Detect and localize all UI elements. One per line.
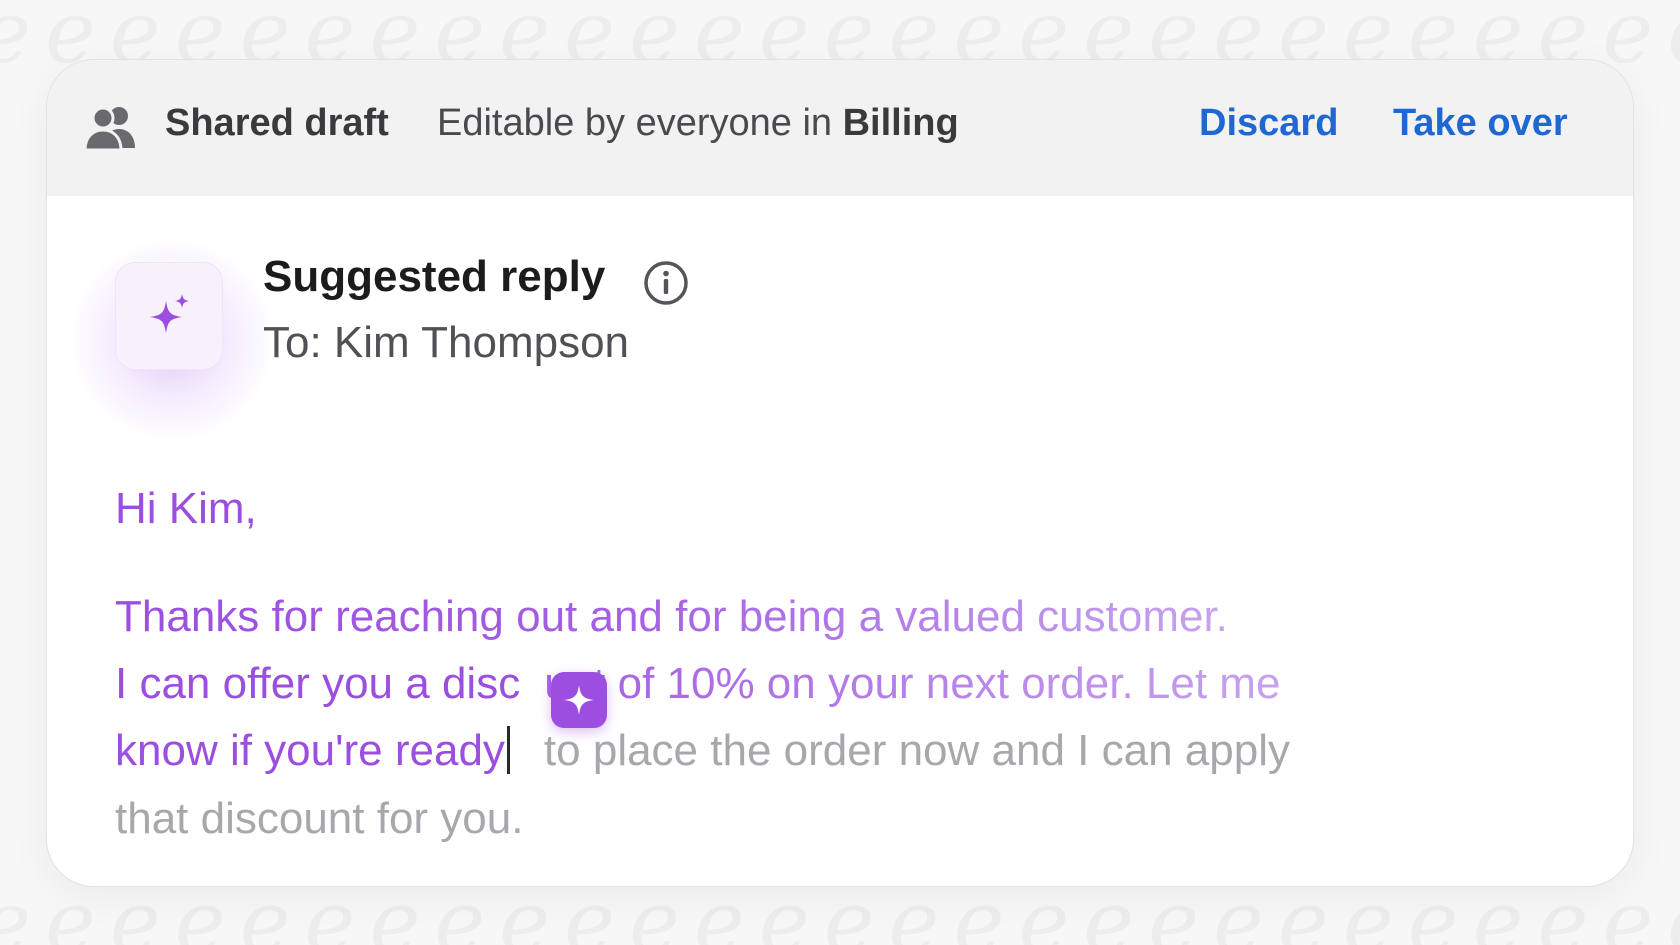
take-over-button[interactable]: Take over (1393, 102, 1568, 145)
sparkles-icon (150, 294, 189, 333)
team-name: Billing (842, 102, 959, 144)
info-icon[interactable] (643, 260, 689, 306)
recipient-line: To: Kim Thompson (263, 318, 630, 367)
suggested-text: Thanks for reaching out and for being a … (115, 592, 1228, 641)
draft-permissions: Editable by everyone in Billing (437, 102, 959, 145)
sparkle-icon (564, 685, 594, 715)
message-line: Thanks for reaching out and for being a … (115, 592, 1228, 642)
shared-draft-card: Shared draft Editable by everyone in Bil… (46, 59, 1634, 887)
ai-sparkle-button[interactable] (551, 672, 607, 728)
text-cursor (506, 726, 510, 774)
suggested-reply-title: Suggested reply (263, 252, 606, 301)
discard-button[interactable]: Discard (1199, 102, 1338, 145)
message-line[interactable]: know if you're ready to place the order n… (115, 726, 1290, 776)
ai-avatar-tile (115, 262, 223, 370)
message-line: I can offer you a disc unt of 10% on your… (115, 659, 1280, 709)
suggested-text: unt of 10% on your next order. Let me (544, 659, 1281, 708)
permissions-text: Editable by everyone in (437, 102, 833, 144)
draft-header: Shared draft Editable by everyone in Bil… (47, 60, 1633, 196)
draft-title: Shared draft (165, 102, 389, 144)
accepted-text: know if you're ready (115, 726, 505, 775)
ghost-completion-text: that discount for you. (115, 794, 524, 843)
message-line: that discount for you. (115, 794, 523, 844)
message-greeting: Hi Kim, (115, 484, 257, 533)
ghost-completion-text: to place the order now and I can apply (543, 726, 1290, 775)
people-icon (83, 106, 135, 152)
suggested-text: I can offer you a disc (115, 659, 521, 708)
